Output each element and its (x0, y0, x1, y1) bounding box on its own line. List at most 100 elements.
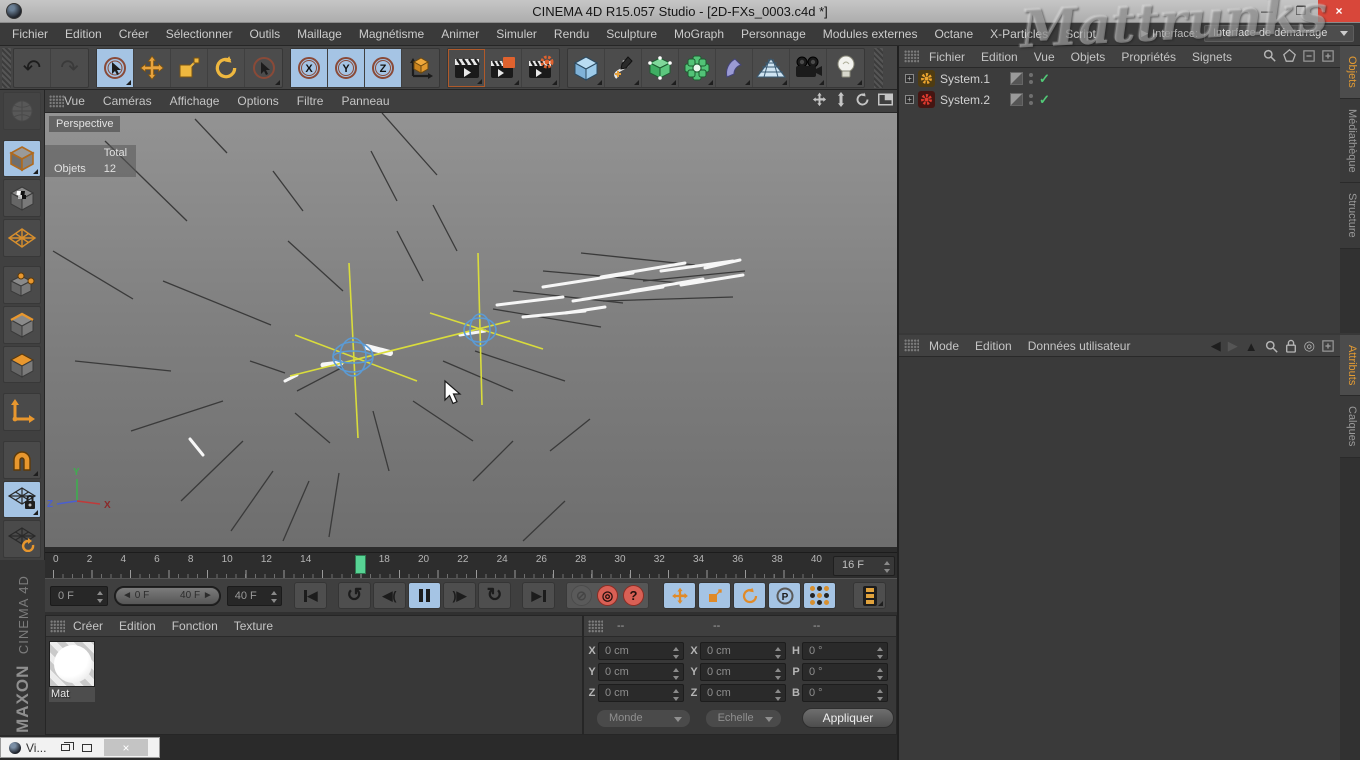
undo-button[interactable]: ↶ (14, 49, 51, 87)
history-forward-icon[interactable]: ▶ (1228, 338, 1238, 354)
new-panel-icon[interactable] (1322, 340, 1334, 352)
spinner-icon[interactable] (97, 591, 104, 603)
live-selection-tool-button[interactable] (97, 49, 134, 87)
visibility-dots[interactable] (1029, 94, 1033, 105)
scale-x-field[interactable]: 0 cm (700, 642, 786, 660)
mat-menu-creer[interactable]: Créer (73, 619, 103, 633)
obj-menu-edition[interactable]: Edition (981, 50, 1018, 64)
zoom-view-icon[interactable] (835, 92, 847, 107)
z-axis-lock-button[interactable]: Z (365, 49, 402, 87)
rotate-tool-button[interactable] (208, 49, 245, 87)
menu-magnetisme[interactable]: Magnétisme (359, 27, 424, 41)
add-field-object-button[interactable] (716, 49, 753, 87)
mat-menu-texture[interactable]: Texture (234, 619, 273, 633)
picture-viewer-mini-window[interactable]: Vi... × (0, 737, 160, 758)
menu-x-particles[interactable]: X-Particles (990, 27, 1048, 41)
keyframe-position-toggle[interactable] (663, 582, 696, 609)
preview-range-slider[interactable]: ◄ 0 F 40 F ► (114, 586, 221, 606)
spinner-icon[interactable] (877, 689, 884, 701)
object-row-system2[interactable]: + System.2 ✓ (899, 89, 1340, 110)
workplane-mode-button[interactable] (3, 219, 41, 257)
vp-menu-filtre[interactable]: Filtre (297, 94, 324, 108)
vp-menu-panneau[interactable]: Panneau (341, 94, 389, 108)
objects-panel-handle[interactable] (904, 50, 919, 63)
spinner-icon[interactable] (673, 647, 680, 659)
pause-button[interactable] (408, 582, 441, 609)
vp-menu-options[interactable]: Options (237, 94, 278, 108)
menu-sculpture[interactable]: Sculpture (606, 27, 657, 41)
rotate-view-icon[interactable] (855, 92, 870, 107)
goto-end-button[interactable]: ▶ (522, 582, 555, 609)
layer-chip[interactable] (1010, 93, 1023, 106)
current-frame-marker[interactable] (355, 555, 366, 574)
vp-menu-affichage[interactable]: Affichage (170, 94, 220, 108)
scale-z-field[interactable]: 0 cm (700, 684, 786, 702)
attr-menu-edition[interactable]: Edition (975, 339, 1012, 353)
spinner-icon[interactable] (673, 689, 680, 701)
object-name[interactable]: System.2 (940, 93, 1002, 107)
axis-mode-button[interactable] (3, 393, 41, 431)
polygons-mode-button[interactable] (3, 346, 41, 384)
position-x-field[interactable]: 0 cm (598, 642, 684, 660)
make-editable-button[interactable] (3, 92, 41, 130)
viewport-canvas[interactable]: Y Z X Perspective Total Objets 12 (45, 113, 897, 547)
parent-object-icon[interactable]: ▲ (1245, 339, 1258, 354)
toggle-view-icon[interactable] (878, 93, 893, 106)
tab-objets[interactable]: Objets (1340, 46, 1360, 99)
menu-personnage[interactable]: Personnage (741, 27, 806, 41)
tab-attributs[interactable]: Attributs (1340, 335, 1360, 396)
add-light-button[interactable] (827, 49, 864, 87)
keyframe-parameter-toggle[interactable]: P (768, 582, 801, 609)
coordinate-system-button[interactable] (402, 49, 439, 87)
layer-chip[interactable] (1010, 72, 1023, 85)
attributes-panel-handle[interactable] (904, 339, 919, 352)
move-tool-button[interactable] (134, 49, 171, 87)
track-icon[interactable]: ◎ (1304, 338, 1315, 354)
current-frame-field[interactable]: 16 F (833, 556, 895, 576)
visibility-dots[interactable] (1029, 73, 1033, 84)
view-label[interactable]: Perspective (49, 116, 120, 132)
collapse-icon[interactable] (1303, 50, 1315, 62)
menu-outils[interactable]: Outils (249, 27, 280, 41)
last-used-tool-button[interactable] (245, 49, 282, 87)
spinner-icon[interactable] (884, 561, 891, 573)
search-icon[interactable] (1265, 340, 1278, 353)
object-row-system1[interactable]: + System.1 ✓ (899, 68, 1340, 89)
mat-menu-edition[interactable]: Edition (119, 619, 156, 633)
attr-menu-mode[interactable]: Mode (929, 339, 959, 353)
title-bar[interactable]: CINEMA 4D R15.057 Studio - [2D-FXs_0003.… (0, 0, 1360, 23)
attr-menu-donnees[interactable]: Données utilisateur (1028, 339, 1131, 353)
rotation-p-field[interactable]: 0 ° (802, 663, 888, 681)
scale-mode-dropdown[interactable]: Echelle (705, 709, 782, 728)
close-button[interactable]: × (1318, 0, 1360, 22)
spinner-icon[interactable] (877, 668, 884, 680)
toolbar-drag-handle[interactable] (2, 48, 11, 88)
menu-animer[interactable]: Animer (441, 27, 479, 41)
viewport-panel-handle[interactable] (49, 95, 64, 108)
menu-rendu[interactable]: Rendu (554, 27, 589, 41)
rotation-b-field[interactable]: 0 ° (802, 684, 888, 702)
obj-menu-fichier[interactable]: Fichier (929, 50, 965, 64)
mini-restore-button[interactable] (54, 740, 76, 755)
menu-modules-externes[interactable]: Modules externes (823, 27, 918, 41)
tab-calques[interactable]: Calques (1340, 396, 1360, 457)
record-sound-button[interactable]: ⊘ (571, 585, 592, 606)
mini-maximize-button[interactable] (76, 740, 98, 755)
obj-menu-proprietes[interactable]: Propriétés (1121, 50, 1176, 64)
interface-dropdown[interactable]: Interface de démarrage (1204, 25, 1354, 42)
keyframe-rotation-toggle[interactable] (733, 582, 766, 609)
redo-button[interactable]: ↷ (51, 49, 88, 87)
add-floor-button[interactable] (753, 49, 790, 87)
keyframe-scale-toggle[interactable] (698, 582, 731, 609)
model-mode-button[interactable] (3, 140, 41, 178)
add-layer-icon[interactable] (1322, 50, 1334, 62)
y-axis-lock-button[interactable]: Y (328, 49, 365, 87)
play-forwards-button[interactable]: ↻ (478, 582, 511, 609)
add-deformer-button[interactable] (679, 49, 716, 87)
goto-start-button[interactable]: ◀ (294, 582, 327, 609)
add-spline-button[interactable] (605, 49, 642, 87)
range-end-field[interactable]: 40 F (227, 586, 282, 606)
x-axis-lock-button[interactable]: X (291, 49, 328, 87)
workplane-align-button[interactable] (3, 520, 41, 558)
add-camera-button[interactable] (790, 49, 827, 87)
